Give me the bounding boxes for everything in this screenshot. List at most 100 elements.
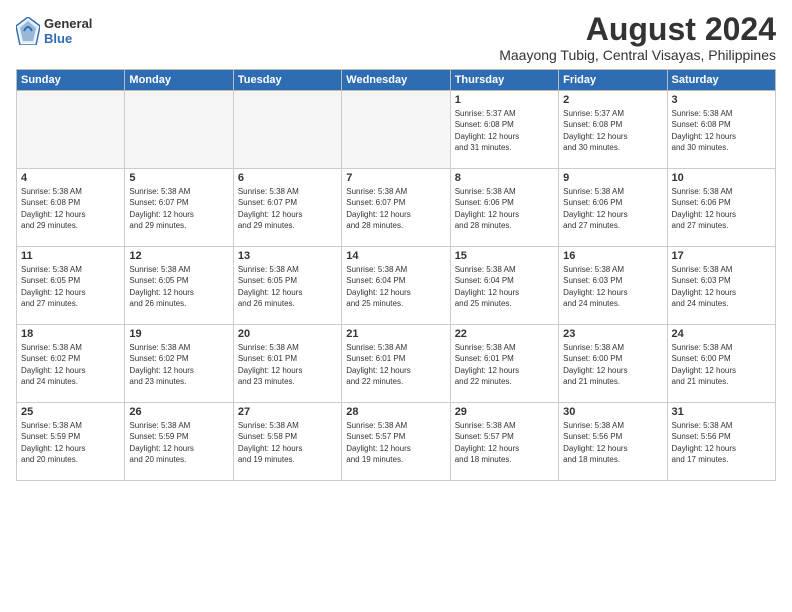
day-number: 7 (346, 172, 445, 184)
day-number: 12 (129, 250, 228, 262)
day-info: Sunrise: 5:38 AM Sunset: 6:05 PM Dayligh… (21, 264, 120, 309)
day-number: 30 (563, 406, 662, 418)
day-info: Sunrise: 5:38 AM Sunset: 5:57 PM Dayligh… (455, 420, 554, 465)
calendar-cell: 26 Sunrise: 5:38 AM Sunset: 5:59 PM Dayli… (125, 403, 233, 481)
calendar-cell: 13 Sunrise: 5:38 AM Sunset: 6:05 PM Dayli… (233, 247, 341, 325)
weekday-header: Saturday (667, 70, 775, 91)
calendar-cell (125, 91, 233, 169)
calendar-week-row: 4 Sunrise: 5:38 AM Sunset: 6:08 PM Daylig… (17, 169, 776, 247)
weekday-header: Tuesday (233, 70, 341, 91)
calendar-cell: 5Sunrise: 5:38 AM Sunset: 6:07 PM Daylig… (125, 169, 233, 247)
logo-blue: Blue (44, 31, 92, 46)
day-info: Sunrise: 5:38 AM Sunset: 6:02 PM Dayligh… (129, 342, 228, 387)
day-info: Sunrise: 5:38 AM Sunset: 6:02 PM Dayligh… (21, 342, 120, 387)
day-number: 19 (129, 328, 228, 340)
day-number: 11 (21, 250, 120, 262)
day-number: 17 (672, 250, 771, 262)
calendar-cell: 25Sunrise: 5:38 AM Sunset: 5:59 PM Dayli… (17, 403, 125, 481)
calendar-cell: 11 Sunrise: 5:38 AM Sunset: 6:05 PM Dayli… (17, 247, 125, 325)
weekday-header: Monday (125, 70, 233, 91)
day-info: Sunrise: 5:38 AM Sunset: 6:07 PM Dayligh… (129, 186, 228, 231)
day-info: Sunrise: 5:37 AM Sunset: 6:08 PM Dayligh… (563, 108, 662, 153)
day-number: 6 (238, 172, 337, 184)
day-number: 22 (455, 328, 554, 340)
calendar-cell: 4 Sunrise: 5:38 AM Sunset: 6:08 PM Daylig… (17, 169, 125, 247)
calendar-cell: 16Sunrise: 5:38 AM Sunset: 6:03 PM Dayli… (559, 247, 667, 325)
day-info: Sunrise: 5:38 AM Sunset: 6:04 PM Dayligh… (346, 264, 445, 309)
day-number: 27 (238, 406, 337, 418)
day-number: 4 (21, 172, 120, 184)
day-info: Sunrise: 5:38 AM Sunset: 5:59 PM Dayligh… (21, 420, 120, 465)
calendar-cell: 17 Sunrise: 5:38 AM Sunset: 6:03 PM Dayli… (667, 247, 775, 325)
calendar-cell: 28 Sunrise: 5:38 AM Sunset: 5:57 PM Dayli… (342, 403, 450, 481)
calendar-cell: 9 Sunrise: 5:38 AM Sunset: 6:06 PM Daylig… (559, 169, 667, 247)
calendar-cell: 31 Sunrise: 5:38 AM Sunset: 5:56 PM Dayli… (667, 403, 775, 481)
title-area: August 2024 Maayong Tubig, Central Visay… (499, 12, 776, 63)
day-info: Sunrise: 5:38 AM Sunset: 5:58 PM Dayligh… (238, 420, 337, 465)
day-number: 8 (455, 172, 554, 184)
day-info: Sunrise: 5:38 AM Sunset: 6:08 PM Dayligh… (672, 108, 771, 153)
weekday-header-row: SundayMondayTuesdayWednesdayThursdayFrid… (17, 70, 776, 91)
calendar-week-row: 25Sunrise: 5:38 AM Sunset: 5:59 PM Dayli… (17, 403, 776, 481)
day-info: Sunrise: 5:38 AM Sunset: 5:56 PM Dayligh… (672, 420, 771, 465)
day-info: Sunrise: 5:38 AM Sunset: 5:57 PM Dayligh… (346, 420, 445, 465)
calendar-cell: 21 Sunrise: 5:38 AM Sunset: 6:01 PM Dayli… (342, 325, 450, 403)
day-info: Sunrise: 5:38 AM Sunset: 6:06 PM Dayligh… (563, 186, 662, 231)
day-info: Sunrise: 5:38 AM Sunset: 5:59 PM Dayligh… (129, 420, 228, 465)
header: General Blue August 2024 Maayong Tubig, … (16, 12, 776, 63)
day-info: Sunrise: 5:38 AM Sunset: 6:00 PM Dayligh… (563, 342, 662, 387)
calendar-cell: 22 Sunrise: 5:38 AM Sunset: 6:01 PM Dayli… (450, 325, 558, 403)
calendar-cell: 12Sunrise: 5:38 AM Sunset: 6:05 PM Dayli… (125, 247, 233, 325)
day-info: Sunrise: 5:38 AM Sunset: 6:08 PM Dayligh… (21, 186, 120, 231)
calendar-cell: 29 Sunrise: 5:38 AM Sunset: 5:57 PM Dayli… (450, 403, 558, 481)
calendar-cell: 20Sunrise: 5:38 AM Sunset: 6:01 PM Dayli… (233, 325, 341, 403)
day-number: 31 (672, 406, 771, 418)
day-info: Sunrise: 5:38 AM Sunset: 6:06 PM Dayligh… (455, 186, 554, 231)
calendar-week-row: 18 Sunrise: 5:38 AM Sunset: 6:02 PM Dayli… (17, 325, 776, 403)
calendar-cell: 6 Sunrise: 5:38 AM Sunset: 6:07 PM Daylig… (233, 169, 341, 247)
calendar-cell: 2Sunrise: 5:37 AM Sunset: 6:08 PM Daylig… (559, 91, 667, 169)
day-number: 24 (672, 328, 771, 340)
calendar-week-row: 1 Sunrise: 5:37 AM Sunset: 6:08 PM Daylig… (17, 91, 776, 169)
day-number: 23 (563, 328, 662, 340)
day-info: Sunrise: 5:38 AM Sunset: 6:01 PM Dayligh… (346, 342, 445, 387)
day-number: 1 (455, 94, 554, 106)
calendar-cell (342, 91, 450, 169)
day-number: 26 (129, 406, 228, 418)
day-number: 10 (672, 172, 771, 184)
calendar-cell: 7 Sunrise: 5:38 AM Sunset: 6:07 PM Daylig… (342, 169, 450, 247)
month-title: August 2024 (499, 12, 776, 47)
day-info: Sunrise: 5:38 AM Sunset: 6:00 PM Dayligh… (672, 342, 771, 387)
calendar-cell: 18 Sunrise: 5:38 AM Sunset: 6:02 PM Dayli… (17, 325, 125, 403)
day-info: Sunrise: 5:38 AM Sunset: 6:01 PM Dayligh… (455, 342, 554, 387)
calendar-cell (233, 91, 341, 169)
day-number: 21 (346, 328, 445, 340)
day-info: Sunrise: 5:38 AM Sunset: 6:07 PM Dayligh… (238, 186, 337, 231)
calendar-table: SundayMondayTuesdayWednesdayThursdayFrid… (16, 69, 776, 481)
location-title: Maayong Tubig, Central Visayas, Philippi… (499, 47, 776, 63)
day-number: 28 (346, 406, 445, 418)
day-number: 9 (563, 172, 662, 184)
day-info: Sunrise: 5:38 AM Sunset: 6:06 PM Dayligh… (672, 186, 771, 231)
day-number: 13 (238, 250, 337, 262)
day-info: Sunrise: 5:38 AM Sunset: 6:05 PM Dayligh… (238, 264, 337, 309)
day-number: 14 (346, 250, 445, 262)
calendar-cell: 30 Sunrise: 5:38 AM Sunset: 5:56 PM Dayli… (559, 403, 667, 481)
logo-text: General Blue (44, 16, 92, 46)
calendar-cell: 14 Sunrise: 5:38 AM Sunset: 6:04 PM Dayli… (342, 247, 450, 325)
day-info: Sunrise: 5:37 AM Sunset: 6:08 PM Dayligh… (455, 108, 554, 153)
day-number: 29 (455, 406, 554, 418)
day-info: Sunrise: 5:38 AM Sunset: 5:56 PM Dayligh… (563, 420, 662, 465)
logo-icon (16, 17, 40, 45)
day-info: Sunrise: 5:38 AM Sunset: 6:03 PM Dayligh… (672, 264, 771, 309)
day-number: 18 (21, 328, 120, 340)
weekday-header: Friday (559, 70, 667, 91)
calendar-cell: 24 Sunrise: 5:38 AM Sunset: 6:00 PM Dayli… (667, 325, 775, 403)
calendar-cell (17, 91, 125, 169)
calendar-cell: 8 Sunrise: 5:38 AM Sunset: 6:06 PM Daylig… (450, 169, 558, 247)
day-number: 3 (672, 94, 771, 106)
calendar-cell: 23 Sunrise: 5:38 AM Sunset: 6:00 PM Dayli… (559, 325, 667, 403)
calendar-cell: 27 Sunrise: 5:38 AM Sunset: 5:58 PM Dayli… (233, 403, 341, 481)
day-info: Sunrise: 5:38 AM Sunset: 6:07 PM Dayligh… (346, 186, 445, 231)
weekday-header: Wednesday (342, 70, 450, 91)
